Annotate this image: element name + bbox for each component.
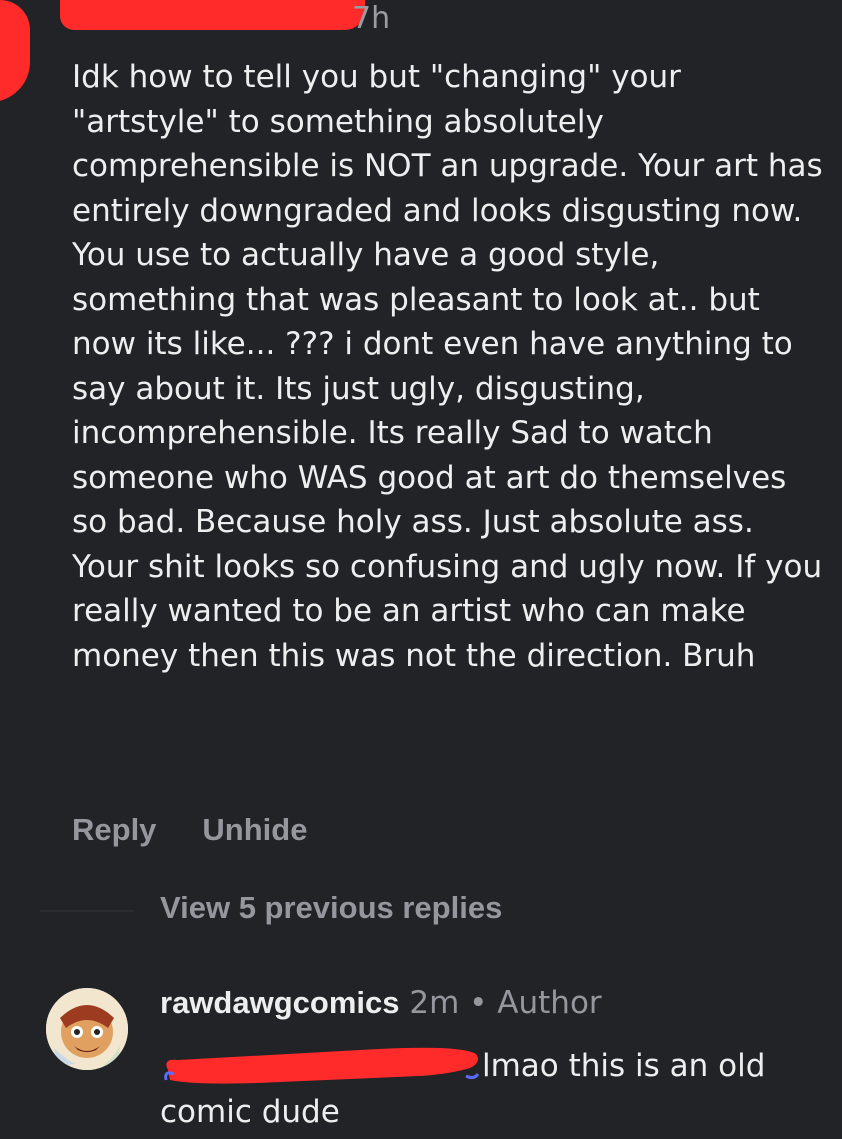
view-previous-replies-link[interactable]: View 5 previous replies bbox=[160, 890, 502, 926]
comment-timestamp: 7h bbox=[352, 1, 391, 36]
reply-author-name[interactable]: rawdawgcomics bbox=[160, 985, 399, 1020]
comment-header: 7h bbox=[0, 0, 842, 102]
redacted-mention-scribble bbox=[164, 1047, 480, 1084]
avatar[interactable] bbox=[46, 988, 128, 1070]
unhide-button[interactable]: Unhide bbox=[202, 812, 307, 848]
redacted-username bbox=[0, 0, 30, 102]
reply-button[interactable]: Reply bbox=[72, 812, 156, 848]
redacted-username-bar bbox=[60, 0, 365, 30]
thread-divider bbox=[40, 910, 134, 912]
author-badge: Author bbox=[497, 985, 602, 1021]
reply-header: rawdawgcomics 2m • Author bbox=[160, 985, 602, 1021]
comment-actions: Reply Unhide bbox=[72, 812, 307, 848]
reply-timestamp: 2m bbox=[409, 985, 460, 1021]
separator-dot: • bbox=[469, 985, 488, 1021]
avatar-image bbox=[46, 988, 128, 1070]
comment-text: Idk how to tell you but "changing" your … bbox=[72, 59, 823, 674]
